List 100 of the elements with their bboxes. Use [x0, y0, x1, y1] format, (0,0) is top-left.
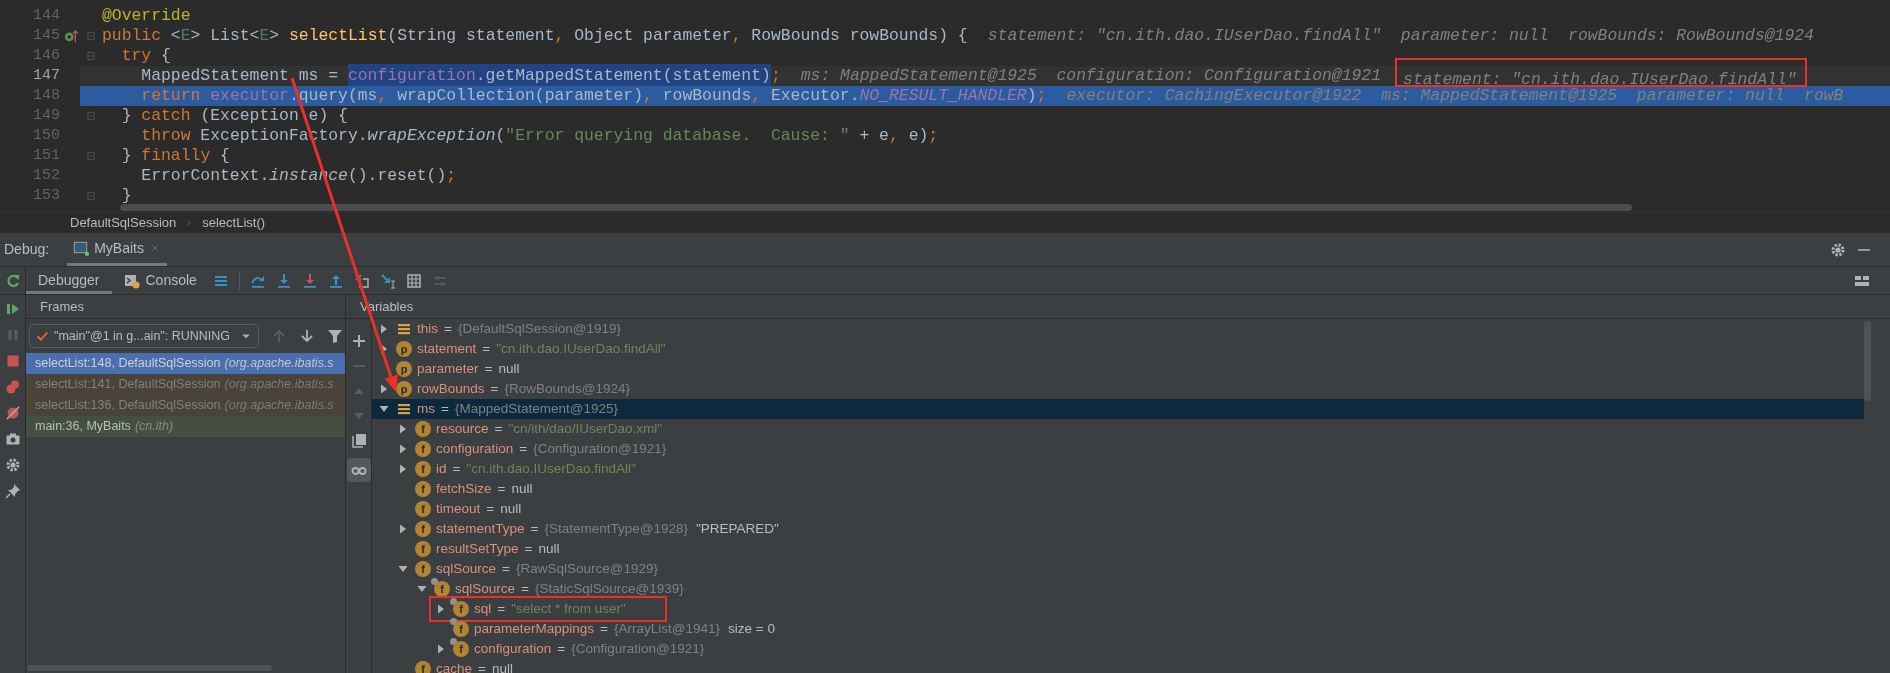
code-token: catch — [141, 104, 191, 127]
field-icon: f — [415, 661, 431, 673]
line-number: 152 — [32, 165, 60, 186]
code-token: executor — [210, 84, 289, 107]
field-icon: f — [453, 641, 469, 657]
line-number: 149 — [32, 105, 60, 126]
variable-row[interactable]: f cache = null — [397, 659, 513, 673]
arrow-down-bar-icon[interactable] — [301, 272, 318, 289]
panel-tab[interactable]: Debugger — [26, 267, 112, 294]
code-token: return — [140, 84, 202, 107]
code-token: E — [180, 24, 191, 47]
field-icon: f — [453, 621, 469, 637]
variable-row[interactable]: f fetchSize = null — [397, 479, 533, 499]
code-token: finally — [141, 144, 211, 167]
variable-row[interactable]: f sql = "select * from user" — [435, 599, 626, 619]
code-token: public — [102, 24, 162, 47]
copy-icon[interactable] — [350, 433, 367, 449]
thread-dropdown[interactable]: "main"@1 in g...ain": RUNNING — [29, 324, 260, 348]
variable-row[interactable]: ms = {MappedStatement@1925} — [378, 399, 618, 419]
arrow-up-bar-icon[interactable] — [327, 272, 344, 289]
fold-marker-icon[interactable] — [85, 50, 97, 62]
check-icon — [36, 329, 49, 343]
breadcrumb-item[interactable]: DefaultSqlSession — [70, 212, 177, 233]
code-token: } — [120, 184, 132, 207]
variable-row[interactable]: f configuration = {Configuration@1921} — [397, 439, 667, 459]
field-icon: f — [415, 541, 431, 557]
camera-icon[interactable] — [4, 431, 21, 447]
variable-row[interactable]: p parameter = null — [378, 359, 520, 379]
line-number: 145 — [32, 25, 60, 46]
code-token: ErrorContext. — [140, 164, 270, 187]
variable-row[interactable]: f timeout = null — [397, 499, 522, 519]
code-token: + e — [858, 124, 889, 147]
line-number: 147 — [32, 65, 60, 86]
variable-row[interactable]: f statementType = {StatementType@1928} "PREPARED" — [397, 519, 779, 539]
window-icon — [73, 240, 90, 256]
field-icon: f — [415, 501, 431, 517]
code-token: > List< — [190, 24, 260, 47]
code-token: @Override — [102, 4, 191, 27]
filter-icon[interactable] — [327, 328, 344, 344]
field-icon: f — [453, 601, 469, 617]
field-icon: f — [415, 441, 431, 457]
two-circles-icon[interactable] — [4, 379, 21, 395]
panel-tab[interactable]: Console — [111, 267, 209, 294]
code-token: RowBounds rowBounds) { — [751, 24, 968, 47]
fold-marker-icon[interactable] — [85, 190, 97, 202]
variable-row[interactable]: f configuration = {Configuration@1921} — [435, 639, 705, 659]
code-token: } — [120, 104, 133, 127]
arrow-cursor-icon[interactable] — [379, 272, 396, 289]
code-token: , — [731, 24, 743, 47]
frame-row[interactable]: selectList:148, DefaultSqlSession (org.apache.ibatis.s — [26, 353, 345, 374]
field-icon: f — [415, 521, 431, 537]
line-number: 144 — [32, 5, 60, 26]
code-token: < — [169, 24, 181, 47]
horizontal-scrollbar[interactable] — [27, 665, 272, 671]
code-token: ; — [770, 64, 781, 87]
calculator-icon[interactable] — [405, 272, 422, 289]
inline-hint: ms: MappedStatement@1925 configuration: Configuration@1921 — [800, 64, 1382, 87]
slashed-circle-icon[interactable] — [4, 405, 21, 421]
code-token: ; — [446, 164, 457, 187]
code-token: MappedStatement ms = — [140, 64, 340, 87]
breadcrumb-item[interactable]: selectList() — [202, 212, 266, 233]
line-number: 150 — [32, 125, 60, 146]
circular-arrow-icon[interactable] — [4, 272, 21, 289]
vertical-scrollbar[interactable] — [1864, 321, 1871, 401]
settings-icon[interactable] — [4, 457, 21, 473]
play-icon[interactable] — [4, 301, 21, 317]
code-token: Object parameter — [574, 24, 732, 47]
variable-row[interactable]: f resource = "cn/ith/dao/IUserDao.xml" — [397, 419, 663, 439]
cross-frame-icon[interactable] — [353, 272, 370, 289]
frame-row[interactable]: main:36, MyBaits (cn.ith) — [26, 416, 345, 437]
horizontal-scrollbar[interactable] — [120, 204, 1632, 211]
code-token: wrapException — [367, 124, 496, 147]
code-token: } — [120, 144, 133, 167]
code-token: { — [160, 44, 171, 67]
code-token: selectList — [288, 24, 388, 47]
code-token: E — [259, 24, 270, 47]
pin-icon[interactable] — [4, 483, 21, 499]
field-icon: p — [396, 341, 412, 357]
variable-row[interactable]: f resultSetType = null — [397, 539, 560, 559]
fold-marker-icon[interactable] — [85, 30, 97, 42]
code-token: ().reset() — [347, 164, 447, 187]
variable-row[interactable]: f sqlSource = {RawSqlSource@1929} — [397, 559, 658, 579]
fold-marker-icon[interactable] — [85, 150, 97, 162]
settings-icon[interactable] — [1830, 241, 1846, 258]
code-token: Executor. — [770, 84, 860, 107]
arrow-down-icon[interactable] — [299, 328, 316, 344]
code-token: throw — [140, 124, 191, 147]
fold-marker-icon[interactable] — [85, 110, 97, 122]
variable-row[interactable]: this = {DefaultSqlSession@1919} — [378, 319, 621, 339]
plus-icon[interactable] — [350, 333, 367, 349]
variable-row[interactable]: f parameterMappings = {ArrayList@1941} size = 0 — [435, 619, 775, 639]
variable-row[interactable]: p statement = "cn.ith.dao.IUserDao.findAll" — [378, 339, 666, 359]
line-number: 148 — [32, 85, 60, 106]
variable-row[interactable]: f sqlSource = {StaticSqlSource@1939} — [416, 579, 684, 599]
stacked-lines-icon — [396, 401, 412, 417]
arrow-down-bar-icon[interactable] — [275, 272, 292, 289]
variable-row[interactable]: f id = "cn.ith.dao.IUserDao.findAll" — [397, 459, 636, 479]
stacked-lines-icon — [396, 321, 412, 337]
code-token: , — [888, 124, 900, 147]
code-token: ; — [1036, 84, 1047, 107]
